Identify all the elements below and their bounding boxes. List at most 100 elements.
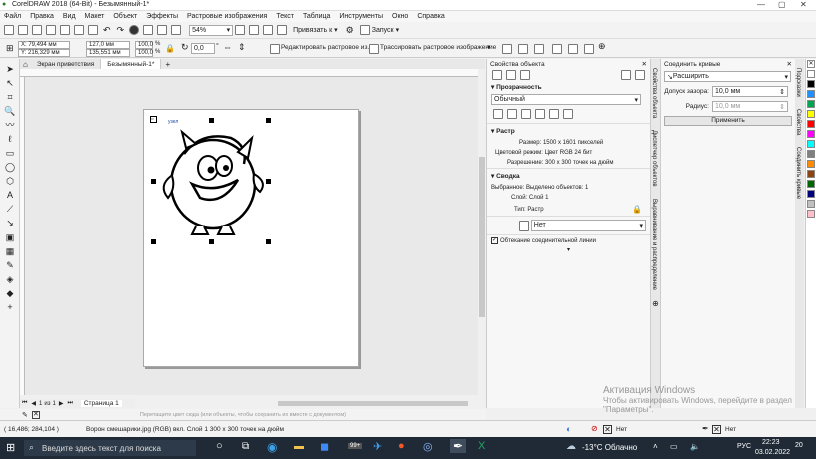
rectangle-tool-icon[interactable]: ▭ bbox=[4, 147, 16, 159]
firefox-icon[interactable]: ● bbox=[398, 440, 405, 452]
lock-ratio-icon[interactable]: 🔒 bbox=[165, 44, 175, 53]
show-rulers-icon[interactable] bbox=[249, 25, 260, 35]
crop-tool-icon[interactable]: ⌗ bbox=[4, 91, 16, 103]
transparency-section[interactable]: ▾ Прозрачность bbox=[487, 80, 650, 94]
palette-swatch[interactable] bbox=[807, 100, 815, 108]
artistic-media-icon[interactable]: ℓ bbox=[4, 133, 16, 145]
tray-chevron-icon[interactable]: ˄ bbox=[653, 442, 658, 451]
redo-icon[interactable]: ↷ bbox=[117, 25, 125, 36]
panel-close-icon[interactable]: ✕ bbox=[642, 60, 647, 68]
minimize-icon[interactable]: — bbox=[757, 0, 765, 9]
tab-document[interactable]: Безымянный-1* bbox=[101, 59, 162, 69]
parallel-dimension-icon[interactable]: ⟋ bbox=[4, 203, 16, 215]
interactive-fill-icon[interactable]: ◈ bbox=[4, 273, 16, 285]
palette-swatch[interactable] bbox=[807, 90, 815, 98]
bitmap-section[interactable]: ▾ Растр bbox=[487, 123, 650, 138]
join-panel-close-icon[interactable]: ✕ bbox=[787, 60, 792, 68]
zoom-tool-icon[interactable]: 🔍 bbox=[4, 105, 16, 117]
selection-handle[interactable] bbox=[266, 118, 271, 123]
selection-handle[interactable] bbox=[151, 239, 156, 244]
excel-icon[interactable]: X bbox=[478, 440, 485, 452]
two-color-pattern-icon[interactable] bbox=[563, 109, 573, 119]
palette-swatch[interactable] bbox=[807, 70, 815, 78]
shape-tool-icon[interactable]: ↖ bbox=[4, 77, 16, 89]
palette-swatch[interactable] bbox=[807, 140, 815, 148]
join-mode-select[interactable]: ↘ Расширить ▾ bbox=[664, 71, 791, 82]
task-view-icon[interactable]: ⧉ bbox=[242, 441, 249, 452]
docker-tab-properties[interactable]: Свойства bbox=[795, 106, 801, 138]
menu-object[interactable]: Объект bbox=[113, 13, 137, 20]
import-icon[interactable] bbox=[143, 25, 154, 35]
tab-welcome[interactable]: Экран приветствия bbox=[31, 59, 102, 69]
launch-dropdown[interactable]: Запуск ▾ bbox=[372, 26, 399, 34]
width-field[interactable]: 127,0 мм bbox=[86, 41, 130, 49]
save-icon[interactable] bbox=[32, 25, 42, 35]
language-indicator[interactable]: РУС bbox=[737, 443, 751, 450]
arrange-icon[interactable] bbox=[568, 44, 578, 54]
lock-icon[interactable]: 🔒 bbox=[632, 205, 642, 214]
palette-swatch[interactable] bbox=[807, 130, 815, 138]
smart-fill-icon[interactable]: ◆ bbox=[4, 287, 16, 299]
menu-layout[interactable]: Макет bbox=[85, 13, 105, 20]
polygon-tool-icon[interactable]: ⬡ bbox=[4, 175, 16, 187]
bitmap-mask-icon[interactable] bbox=[534, 44, 544, 54]
palette-swatch[interactable] bbox=[807, 190, 815, 198]
fountain-transparency-icon[interactable] bbox=[521, 109, 531, 119]
wrap-checkbox[interactable]: ✓ bbox=[491, 237, 498, 244]
explorer-icon[interactable]: ▬ bbox=[294, 441, 304, 452]
menu-view[interactable]: Вид bbox=[63, 13, 76, 20]
clock-date[interactable]: 03.02.2022 bbox=[755, 449, 790, 456]
menu-edit[interactable]: Правка bbox=[30, 13, 54, 20]
wrap-text-icon[interactable] bbox=[552, 44, 562, 54]
add-tool-icon[interactable]: + bbox=[4, 301, 16, 313]
palette-swatch[interactable] bbox=[807, 210, 815, 218]
prev-page-icon[interactable]: ◀ bbox=[31, 400, 36, 407]
close-icon[interactable]: ✕ bbox=[800, 0, 807, 9]
document-page[interactable]: ▫ узел bbox=[143, 109, 359, 367]
eyedropper-icon[interactable]: ✎ bbox=[4, 259, 16, 271]
summary-section[interactable]: ▾ Сводка bbox=[487, 168, 650, 183]
resample-icon[interactable] bbox=[518, 44, 528, 54]
ellipse-tool-icon[interactable]: ◯ bbox=[4, 161, 16, 173]
store-icon[interactable]: ◼ bbox=[320, 440, 329, 453]
menu-tools[interactable]: Инструменты bbox=[339, 13, 383, 20]
bitmap-pattern-icon[interactable] bbox=[549, 109, 559, 119]
gap-field[interactable]: 10,0 мм ⇕ bbox=[712, 86, 788, 97]
menu-table[interactable]: Таблица bbox=[303, 13, 330, 20]
network-icon[interactable]: ▭ bbox=[670, 442, 678, 451]
docker-tab-join-curves[interactable]: Соединить кривые bbox=[795, 144, 801, 202]
more-options-icon[interactable]: ▾ bbox=[487, 246, 650, 253]
volume-icon[interactable]: 🔈 bbox=[690, 442, 700, 451]
clock-time[interactable]: 22:23 bbox=[762, 439, 780, 446]
telegram-icon[interactable]: ✈ bbox=[373, 440, 382, 453]
x-position-field[interactable]: X: 79,494 мм bbox=[18, 41, 70, 49]
edge-icon[interactable]: ◉ bbox=[267, 440, 277, 454]
no-fill-swatch[interactable]: ✕ bbox=[807, 60, 815, 68]
connector-tool-icon[interactable]: ↘ bbox=[4, 217, 16, 229]
outline-color-swatch[interactable]: ✕ bbox=[712, 425, 721, 434]
apply-button[interactable]: Применить bbox=[664, 116, 792, 126]
selection-handle[interactable] bbox=[209, 239, 214, 244]
drawing-canvas[interactable]: ▫ узел bbox=[25, 77, 478, 395]
palette-swatch[interactable] bbox=[807, 180, 815, 188]
horizontal-scroll-thumb[interactable] bbox=[278, 401, 468, 406]
add-preset-icon[interactable]: ⊕ bbox=[598, 41, 606, 52]
windows-start-icon[interactable]: ⊞ bbox=[6, 441, 15, 454]
docker-tab-hints[interactable]: Подсказки bbox=[795, 65, 801, 100]
rotation-angle-field[interactable]: 0,0 bbox=[191, 43, 215, 54]
selection-handle[interactable] bbox=[266, 239, 271, 244]
text-tool-icon[interactable]: A bbox=[4, 189, 16, 201]
vector-pattern-icon[interactable] bbox=[535, 109, 545, 119]
scale-x-field[interactable]: 100,0 bbox=[135, 41, 153, 49]
edit-bitmap-button[interactable]: Редактировать растровое из... bbox=[281, 44, 373, 51]
menu-bitmaps[interactable]: Растровые изображения bbox=[187, 13, 267, 20]
home-icon[interactable]: ⌂ bbox=[20, 60, 31, 69]
fill-color-swatch[interactable]: ✕ bbox=[603, 425, 612, 434]
zoom-level-select[interactable]: 54% ▾ bbox=[189, 24, 234, 36]
fill-tab-icon[interactable] bbox=[492, 69, 502, 80]
paste-icon[interactable] bbox=[88, 25, 98, 35]
trace-bitmap-button[interactable]: Трассировать растровое изображение bbox=[380, 44, 496, 51]
trace-dropdown-icon[interactable]: ▾ bbox=[487, 43, 491, 51]
new-tab-icon[interactable]: + bbox=[161, 60, 174, 69]
options-gear-icon[interactable]: ⚙ bbox=[346, 25, 354, 36]
